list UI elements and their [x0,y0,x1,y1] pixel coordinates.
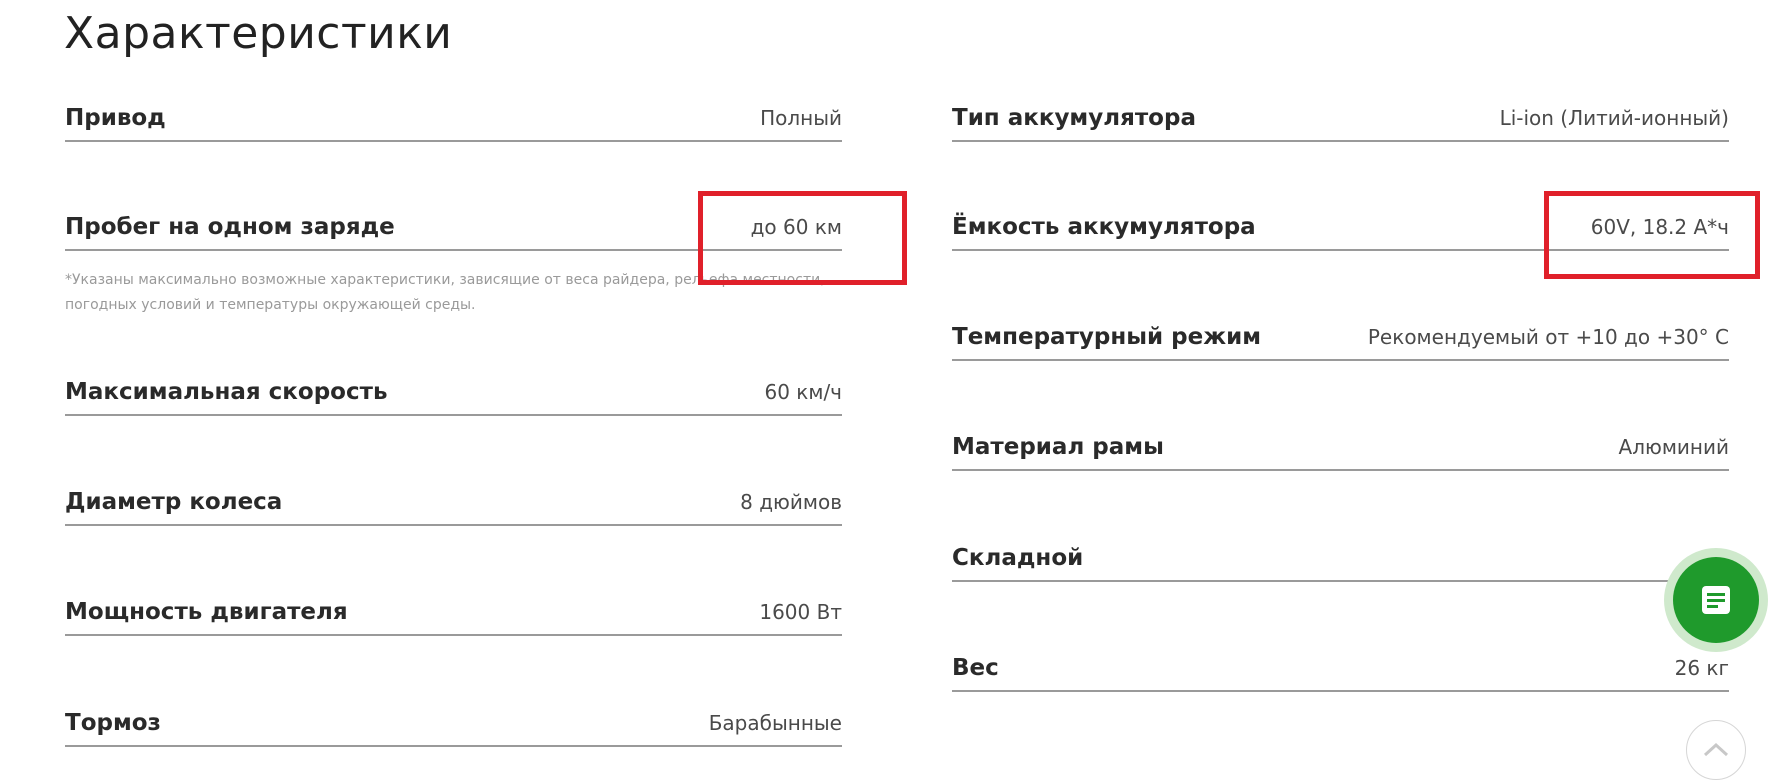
spec-label: Максимальная скорость [65,379,388,405]
spec-label: Ёмкость аккумулятора [952,214,1256,240]
spec-value: 8 дюймов [740,490,842,514]
spec-label: Материал рамы [952,434,1164,460]
spec-row-max-speed: Максимальная скорость 60 км/ч [65,370,842,416]
spec-row-range: Пробег на одном заряде до 60 км [65,205,842,251]
spec-value: Барабынные [708,711,842,735]
spec-value: Рекомендуемый от +10 до +30° С [1367,325,1729,349]
spec-row-battery-capacity: Ёмкость аккумулятора 60V, 18.2 А*ч [952,205,1729,251]
spec-label: Мощность двигателя [65,599,348,625]
spec-row-weight: Вес 26 кг [952,646,1729,692]
chat-button[interactable] [1673,557,1759,643]
spec-label: Пробег на одном заряде [65,214,395,240]
spec-row-brake: Тормоз Барабынные [65,701,842,747]
spec-label: Тип аккумулятора [952,105,1196,131]
range-footnote: *Указаны максимально возможные характери… [65,272,825,313]
spec-value: 1600 Вт [759,600,842,624]
spec-label: Температурный режим [952,324,1262,350]
spec-label: Привод [65,105,166,131]
spec-value: Li-ion (Литий-ионный) [1499,106,1729,130]
document-lines-icon [1702,586,1730,614]
spec-row-drive: Привод Полный [65,96,842,142]
spec-value: до 60 км [750,215,842,239]
spec-value: Полный [760,106,842,130]
spec-row-temperature: Температурный режим Рекомендуемый от +10… [952,315,1729,361]
spec-row-foldable: Складной [952,536,1729,582]
spec-label: Тормоз [65,710,161,736]
spec-row-frame-material: Материал рамы Алюминий [952,425,1729,471]
spec-label: Вес [952,655,999,681]
spec-row-battery-type: Тип аккумулятора Li-ion (Литий-ионный) [952,96,1729,142]
spec-value: 26 кг [1674,656,1729,680]
spec-value: 60 км/ч [764,380,842,404]
spec-value: Алюминий [1618,435,1729,459]
spec-row-wheel-diameter: Диаметр колеса 8 дюймов [65,480,842,526]
spec-label: Складной [952,545,1084,571]
page-title: Характеристики [64,8,453,59]
chevron-up-icon [1703,742,1729,757]
spec-row-motor-power: Мощность двигателя 1600 Вт [65,590,842,636]
spec-label: Диаметр колеса [65,489,283,515]
scroll-top-button[interactable] [1686,720,1746,780]
spec-value: 60V, 18.2 А*ч [1590,215,1729,239]
